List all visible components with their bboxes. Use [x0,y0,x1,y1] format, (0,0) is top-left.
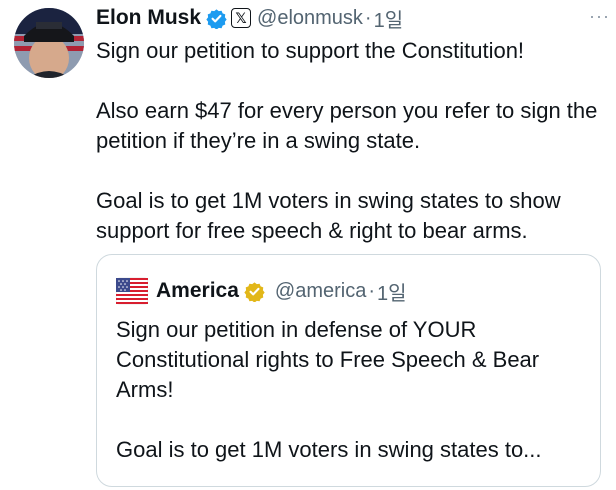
x-logo-icon[interactable]: 𝕏 [231,8,252,28]
separator-dot: · [364,6,372,29]
gold-checkmark-icon[interactable] [244,281,265,302]
avatar-image [14,8,84,78]
tweet-header: Elon Musk 𝕏 @elonmusk · 1일 [96,2,608,34]
tweet-paragraph-1: Sign our petition to support the Constit… [96,38,525,63]
tweet-text: Sign our petition to support the Constit… [96,36,601,246]
quoted-tweet-text: Sign our petition in defense of YOUR Con… [116,315,582,465]
quoted-author-handle[interactable]: @america [275,280,366,303]
blue-checkmark-icon[interactable] [206,8,227,29]
author-handle[interactable]: @elonmusk [257,7,363,30]
author-avatar[interactable] [14,8,84,78]
quoted-tweet-time[interactable]: 1일 [377,277,407,306]
more-dots-icon[interactable]: ··· [589,6,610,27]
tweet-time[interactable]: 1일 [374,4,404,33]
us-flag-icon [116,277,148,305]
quoted-separator-dot: · [368,279,375,302]
quoted-paragraph-2: Goal is to get 1M voters in swing states… [116,437,542,462]
tweet: Elon Musk 𝕏 @elonmusk · 1일 Sign our peti… [96,0,608,246]
tweet-paragraph-3: Goal is to get 1M voters in swing states… [96,188,567,243]
quoted-paragraph-1: Sign our petition in defense of YOUR Con… [116,317,545,402]
quoted-tweet-header: America @america · 1일 [116,275,582,307]
quoted-tweet[interactable]: America @america · 1일 Sign our petition … [96,254,601,487]
tweet-paragraph-2: Also earn $47 for every person you refer… [96,98,604,153]
author-name[interactable]: Elon Musk [96,6,201,30]
quoted-author-name[interactable]: America [156,279,239,303]
